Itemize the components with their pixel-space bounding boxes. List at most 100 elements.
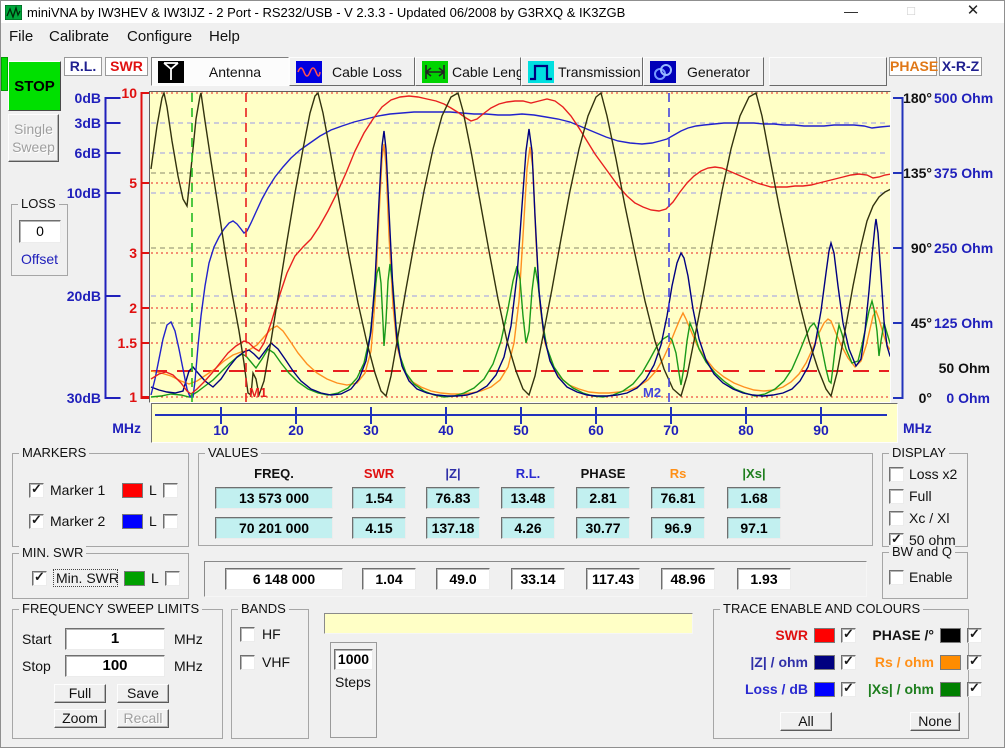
menu-item-calibrate[interactable]: Calibrate bbox=[49, 28, 109, 45]
min-swr-color-swatch[interactable] bbox=[124, 571, 145, 586]
marker-row: ✓Marker 1L bbox=[29, 482, 178, 498]
marker-1-checkbox[interactable]: ✓ bbox=[29, 483, 44, 498]
stop-button[interactable]: STOP bbox=[8, 61, 61, 111]
db-axis-label: 0dB bbox=[59, 90, 101, 106]
trace-enable-checkbox[interactable]: ✓ bbox=[967, 628, 982, 643]
marker-1-l-checkbox[interactable] bbox=[163, 483, 178, 498]
window-title: miniVNA by IW3HEV & IW3IJZ - 2 Port - RS… bbox=[27, 5, 625, 20]
display-xc-xl-checkbox[interactable] bbox=[889, 511, 904, 526]
swr-axis-label: 1.5 bbox=[107, 335, 137, 351]
close-button[interactable]: ✕ bbox=[951, 1, 995, 23]
trace-color-swatch[interactable] bbox=[814, 655, 835, 670]
mhz-label-right: MHz bbox=[903, 420, 943, 436]
loss-group: LOSS 0 Offset bbox=[11, 204, 68, 276]
trace-enable-checkbox[interactable]: ✓ bbox=[841, 682, 856, 697]
freq-tick-label: 10 bbox=[206, 422, 236, 438]
rl-toggle-button[interactable]: R.L. bbox=[64, 57, 102, 76]
swr-axis-label: 1 bbox=[107, 389, 137, 405]
minimize-button[interactable]: — bbox=[829, 1, 873, 23]
marker-2-value-0: 70 201 000 bbox=[215, 517, 333, 539]
marker-2-value-1: 4.15 bbox=[352, 517, 406, 539]
sweep-zoom-button[interactable]: Zoom bbox=[54, 709, 106, 728]
tab-transmission[interactable]: Transmission bbox=[521, 57, 643, 86]
trace-enable-checkbox[interactable]: ✓ bbox=[841, 628, 856, 643]
trace-label--xs-ohm: |Xs| / ohm bbox=[862, 681, 934, 697]
trace-label-loss-db: Loss / dB bbox=[722, 681, 808, 697]
sweep-save-button[interactable]: Save bbox=[117, 684, 169, 703]
marker-row: ✓Marker 2L bbox=[29, 513, 178, 529]
single-sweep-button[interactable]: Single Sweep bbox=[8, 114, 59, 162]
marker-1-value-6: 1.68 bbox=[727, 487, 781, 509]
trace-enable-checkbox[interactable]: ✓ bbox=[967, 655, 982, 670]
marker-2-label: Marker 2 bbox=[50, 513, 116, 529]
tab-label: Cable Loss bbox=[326, 64, 408, 80]
maximize-button[interactable]: □ bbox=[889, 1, 933, 23]
min-swr-row: ✓Min. SWRL bbox=[32, 569, 180, 587]
title-bar: miniVNA by IW3HEV & IW3IJZ - 2 Port - RS… bbox=[1, 1, 1004, 23]
marker-2-l-checkbox[interactable] bbox=[163, 514, 178, 529]
min-swr-values-panel: 6 148 0001.0449.033.14117.4348.961.93 bbox=[204, 561, 867, 597]
check-mark: ✓ bbox=[843, 681, 854, 695]
xrz-toggle-button[interactable]: X-R-Z bbox=[939, 57, 982, 76]
trace-none-button[interactable]: None bbox=[910, 712, 960, 731]
tab-cable-length[interactable]: Cable Length bbox=[415, 57, 521, 86]
ohm-axis-label: 125 Ohm bbox=[934, 315, 990, 331]
trace-color-swatch[interactable] bbox=[940, 628, 961, 643]
generator-icon bbox=[650, 61, 676, 83]
min-swr-group: MIN. SWR ✓Min. SWRL bbox=[12, 553, 189, 599]
display-full-checkbox[interactable] bbox=[889, 489, 904, 504]
min-swr-checkbox[interactable]: ✓ bbox=[32, 571, 47, 586]
start-frequency-field[interactable]: 1 bbox=[65, 628, 165, 650]
marker-2-checkbox[interactable]: ✓ bbox=[29, 514, 44, 529]
mhz-label-left: MHz bbox=[101, 420, 141, 436]
marker-1-color-swatch[interactable] bbox=[122, 483, 143, 498]
check-mark: ✓ bbox=[969, 681, 980, 695]
trace-color-swatch[interactable] bbox=[814, 628, 835, 643]
sweep-full-button[interactable]: Full bbox=[54, 684, 106, 703]
menu-item-configure[interactable]: Configure bbox=[127, 28, 192, 45]
display-loss-x2-checkbox[interactable] bbox=[889, 467, 904, 482]
trace-color-swatch[interactable] bbox=[940, 682, 961, 697]
check-mark: ✓ bbox=[843, 654, 854, 668]
trace-enable-checkbox[interactable]: ✓ bbox=[841, 655, 856, 670]
band-hf-checkbox[interactable] bbox=[240, 627, 255, 642]
marker-1-value-2: 76.83 bbox=[426, 487, 480, 509]
trace-all-button[interactable]: All bbox=[780, 712, 832, 731]
trace-enable-checkbox[interactable]: ✓ bbox=[967, 682, 982, 697]
trace-label-rs-ohm: Rs / ohm bbox=[862, 654, 934, 670]
menu-item-file[interactable]: File bbox=[9, 28, 33, 45]
phase-axis-label: 0° bbox=[900, 390, 932, 406]
trace-label-swr: SWR bbox=[722, 627, 808, 643]
stop-frequency-field[interactable]: 100 bbox=[65, 655, 165, 677]
chart-plot-area[interactable] bbox=[149, 91, 891, 403]
tab-antenna[interactable]: Antenna bbox=[151, 57, 289, 86]
trace-color-swatch[interactable] bbox=[814, 682, 835, 697]
trace-group-title: TRACE ENABLE AND COLOURS bbox=[720, 602, 923, 616]
db-axis-label: 6dB bbox=[59, 145, 101, 161]
tab-generator[interactable]: Generator bbox=[643, 57, 764, 86]
loss-offset-field[interactable]: 0 bbox=[19, 220, 61, 243]
bw-and-q-group: BW and Q Enable bbox=[882, 552, 968, 599]
steps-field[interactable]: 1000 bbox=[334, 649, 373, 670]
band-row: HF bbox=[240, 626, 281, 642]
swr-axis-label: 2 bbox=[107, 300, 137, 316]
values-group-title: VALUES bbox=[205, 446, 261, 460]
display-option-row: Loss x2 bbox=[889, 466, 957, 482]
tab-label: Transmission bbox=[558, 64, 641, 80]
swr-axis-label: 5 bbox=[107, 175, 137, 191]
bw-enable-checkbox[interactable] bbox=[889, 570, 904, 585]
min-swr-l-checkbox[interactable] bbox=[165, 571, 180, 586]
min-swr-group-title: MIN. SWR bbox=[19, 546, 86, 560]
tab-cable-loss[interactable]: Cable Loss bbox=[289, 57, 415, 86]
marker-2-color-swatch[interactable] bbox=[122, 514, 143, 529]
bands-group: BANDS HFVHF bbox=[231, 609, 309, 739]
marker-1-label: Marker 1 bbox=[50, 482, 116, 498]
sweep-progress-bar bbox=[324, 613, 693, 634]
trace-color-swatch[interactable] bbox=[940, 655, 961, 670]
swr-toggle-button[interactable]: SWR bbox=[105, 57, 148, 76]
freq-tick-label: 80 bbox=[731, 422, 761, 438]
ohm-axis-label: 500 Ohm bbox=[934, 90, 990, 106]
band-vhf-checkbox[interactable] bbox=[240, 655, 255, 670]
phase-toggle-button[interactable]: PHASE bbox=[889, 57, 937, 76]
menu-item-help[interactable]: Help bbox=[209, 28, 240, 45]
